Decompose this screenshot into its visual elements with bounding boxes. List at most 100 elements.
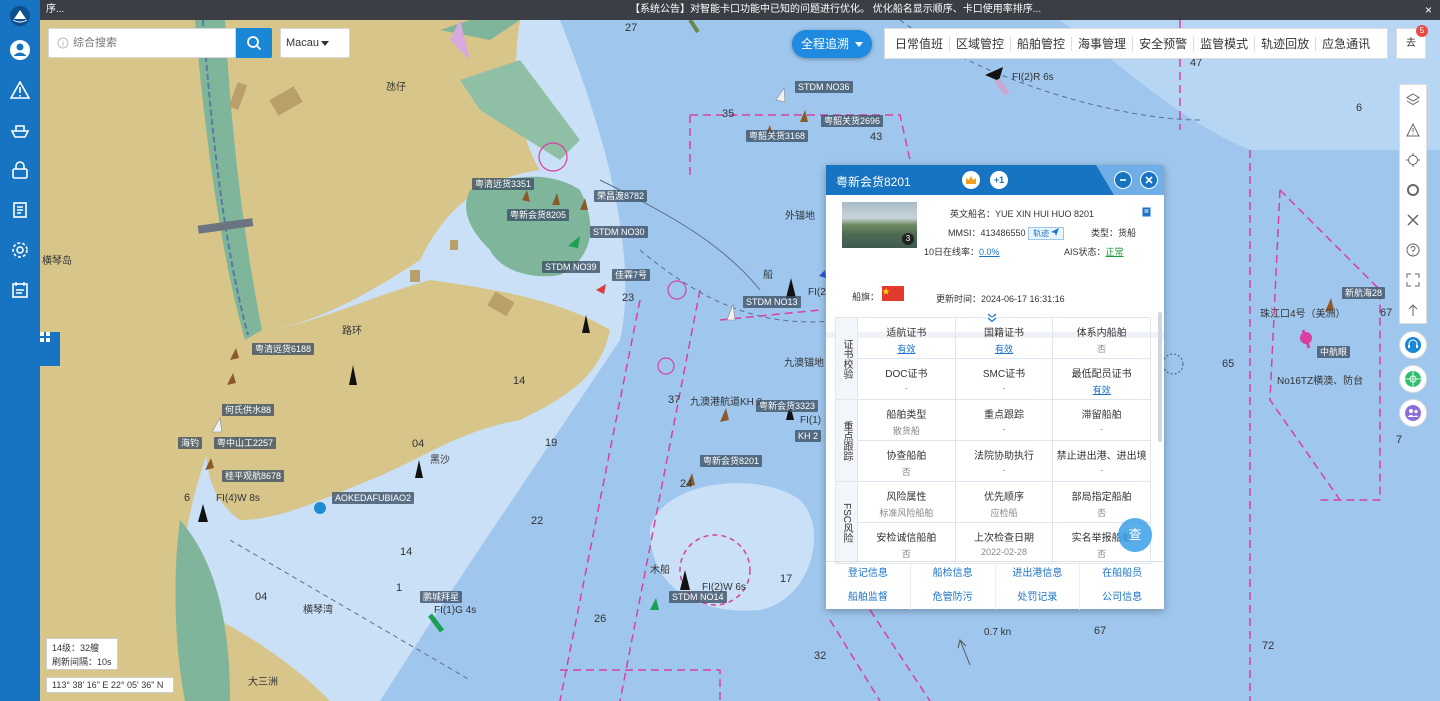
vessel-label[interactable]: STDM NO30 xyxy=(590,226,648,238)
right-toolbar xyxy=(1399,84,1427,324)
vessel-label[interactable]: 荣昌渡8782 xyxy=(594,190,648,202)
vessel-label[interactable]: 新航海28 xyxy=(1342,287,1386,299)
attribute-value: 2022-02-28 xyxy=(980,546,1028,557)
ship-icon[interactable] xyxy=(8,118,32,142)
vessel-label[interactable]: 粤清远货6188 xyxy=(252,343,315,355)
calendar-icon[interactable] xyxy=(8,278,32,302)
attribute-cell: 优先顺序 应检船 xyxy=(956,482,1054,522)
search-button[interactable] xyxy=(236,28,272,58)
menu-item-track-playback[interactable]: 轨迹回放 xyxy=(1255,36,1317,51)
vessel-label[interactable]: 中航眼 xyxy=(1317,346,1351,358)
depth-sounding: 22 xyxy=(531,515,544,527)
attribute-cell[interactable]: 最低配员证书 有效 xyxy=(1053,359,1150,400)
lock-icon[interactable] xyxy=(8,158,32,182)
place-label: 横琴岛 xyxy=(42,256,72,267)
footer-tab-company[interactable]: 公司信息 xyxy=(1080,586,1164,610)
announcement-close-button[interactable]: × xyxy=(1425,0,1432,20)
vessel-label[interactable]: 桂平观航8678 xyxy=(222,470,285,482)
footer-tab-hazmat[interactable]: 危管防污 xyxy=(911,586,996,610)
notification-button[interactable]: 去 5 xyxy=(1396,25,1428,59)
bookmark-icon[interactable] xyxy=(1142,207,1151,217)
vessel-label[interactable]: STDM NO13 xyxy=(743,296,801,308)
sidebar-expand-tab[interactable] xyxy=(40,332,60,366)
level-text: 14级：32艘 xyxy=(52,643,100,653)
footer-tab-crew[interactable]: 在船船员 xyxy=(1080,562,1164,586)
search-input[interactable] xyxy=(73,29,233,57)
help-icon[interactable] xyxy=(1400,237,1426,263)
vessel-detail-popup: 粤新会货8201 +1 3 英文船名：YUE XIN HUI HUO 8201 … xyxy=(826,165,1164,610)
popup-scrollbar[interactable] xyxy=(1158,312,1162,442)
announcement-text[interactable]: 【系统公告】对智能卡口功能中已知的问题进行优化。 优化船名显示顺序、卡口使用率排… xyxy=(630,0,1041,20)
depth-sounding: 6 xyxy=(184,492,191,504)
document-icon[interactable] xyxy=(8,198,32,222)
minimize-button[interactable] xyxy=(1114,171,1132,189)
team-button[interactable] xyxy=(1399,399,1427,427)
attribute-value[interactable]: 有效 xyxy=(1053,383,1150,396)
user-icon[interactable] xyxy=(8,38,32,62)
menu-item-maritime-management[interactable]: 海事管理 xyxy=(1072,36,1134,51)
support-headset-button[interactable] xyxy=(1399,331,1427,359)
plus-one-button[interactable]: +1 xyxy=(990,171,1008,189)
fullscreen-icon[interactable] xyxy=(1400,267,1426,293)
vessel-label[interactable]: 佳霖7号 xyxy=(612,269,651,281)
region-select[interactable]: Macau xyxy=(280,28,350,58)
footer-tab-supervision[interactable]: 船舶监督 xyxy=(826,586,911,610)
vessel-label[interactable]: AOKEDAFUBIAO2 xyxy=(332,492,415,504)
full-trace-button[interactable]: 全程追溯 xyxy=(792,30,872,58)
alert-icon[interactable] xyxy=(1400,117,1426,143)
vessel-label[interactable]: 粤新会货8201 xyxy=(700,455,763,467)
vessel-label[interactable]: 鹏城拜星 xyxy=(420,591,463,603)
vessel-label[interactable]: 粤新会货8205 xyxy=(507,209,570,221)
check-button[interactable]: 查 xyxy=(1118,518,1152,552)
header-decoration xyxy=(1096,165,1114,195)
arrow-up-icon[interactable] xyxy=(1400,297,1426,323)
attribute-label: 滞留船舶 xyxy=(1081,410,1122,421)
vessel-label[interactable]: 粤韶关货2696 xyxy=(821,115,884,127)
vessel-label[interactable]: KH 2 xyxy=(795,430,822,442)
attribute-value[interactable]: 有效 xyxy=(858,342,955,355)
vessel-label[interactable]: STDM NO39 xyxy=(542,261,600,273)
attribute-cell: 禁止进出港、进出境 - xyxy=(1053,441,1150,482)
attribute-cell[interactable]: 适航证书 有效 xyxy=(858,318,956,358)
vessel-label[interactable]: 粤韶关货3168 xyxy=(746,130,809,142)
layers-icon[interactable] xyxy=(1400,87,1426,113)
vessel-label[interactable]: 何氏供水88 xyxy=(222,404,275,416)
radar-button[interactable] xyxy=(1399,365,1427,393)
menu-item-emergency-comm[interactable]: 应急通讯 xyxy=(1316,37,1376,51)
menu-item-area-control[interactable]: 区域管控 xyxy=(950,36,1012,51)
region-select-value: Macau xyxy=(286,37,320,49)
menu-item-ship-control[interactable]: 船舶管控 xyxy=(1011,36,1073,51)
app-logo-icon xyxy=(8,4,32,28)
attribute-label: 风险属性 xyxy=(886,492,927,503)
vessel-label[interactable]: STDM NO36 xyxy=(795,81,853,93)
light-label: FI(1) xyxy=(800,415,822,426)
measure-icon[interactable] xyxy=(1400,207,1426,233)
footer-tab-penalty[interactable]: 处罚记录 xyxy=(996,586,1081,610)
vessel-label[interactable]: 粤新会货3323 xyxy=(756,400,819,412)
chevron-down-icon xyxy=(321,41,329,46)
locate-icon[interactable] xyxy=(1400,147,1426,173)
place-label: 九澳锚地 xyxy=(784,358,824,369)
record-icon[interactable] xyxy=(1400,177,1426,203)
headset-icon xyxy=(1405,337,1421,353)
footer-tab-inspection[interactable]: 船检信息 xyxy=(911,562,996,586)
menu-item-daily-duty[interactable]: 日常值班 xyxy=(889,36,951,51)
attribute-cell[interactable]: 国籍证书 有效 xyxy=(956,318,1054,358)
warning-icon[interactable] xyxy=(8,78,32,102)
track-chip-button[interactable]: 轨迹 xyxy=(1028,227,1065,240)
footer-tab-registration[interactable]: 登记信息 xyxy=(826,562,911,586)
close-button[interactable] xyxy=(1140,171,1158,189)
vessel-label[interactable]: 粤清远货3351 xyxy=(472,178,535,190)
vessel-label[interactable]: 海钓 xyxy=(178,437,203,449)
vessel-photo[interactable]: 3 xyxy=(842,202,917,248)
attribute-value[interactable]: 有效 xyxy=(956,342,1053,355)
menu-item-supervision-mode[interactable]: 监管模式 xyxy=(1194,36,1256,51)
crown-badge-icon[interactable] xyxy=(962,171,980,189)
attribute-value: 应检船 xyxy=(990,508,1018,518)
light-label: FI(1)G 4s xyxy=(434,605,477,616)
refresh-text: 刷新间隔：10s xyxy=(52,657,112,667)
menu-item-safety-alert[interactable]: 安全预警 xyxy=(1133,36,1195,51)
footer-tab-port-entry[interactable]: 进出港信息 xyxy=(996,562,1081,586)
vessel-label[interactable]: 粤中山工2257 xyxy=(214,437,277,449)
settings-gear-icon[interactable] xyxy=(8,238,32,262)
